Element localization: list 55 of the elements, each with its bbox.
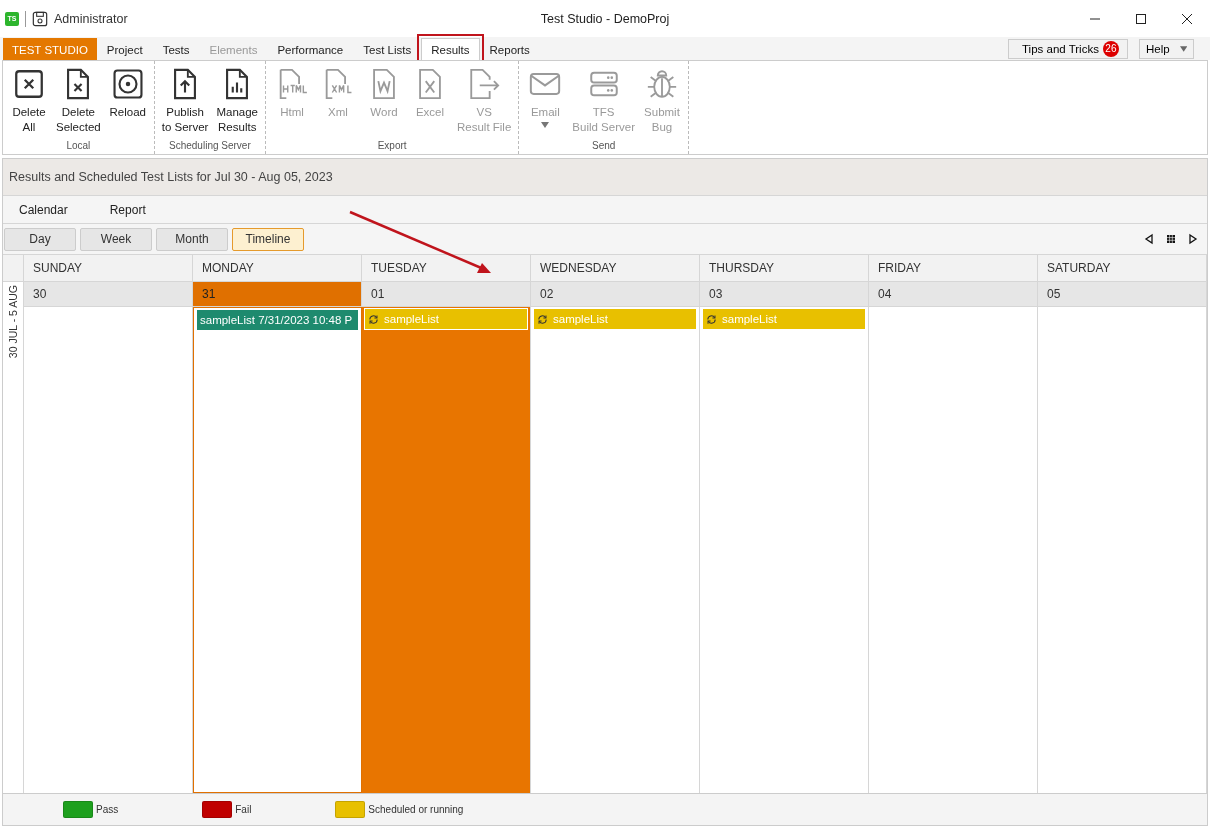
- ribbon-button[interactable]: Delete All: [6, 61, 52, 140]
- caret-icon: [1179, 45, 1187, 52]
- day-header: WEDNESDAY: [531, 255, 700, 282]
- sync-icon: [537, 313, 548, 325]
- day-header: FRIDAY: [869, 255, 1038, 282]
- save-icon[interactable]: [32, 10, 48, 27]
- ribbon-tab[interactable]: Reports: [479, 38, 540, 60]
- tips-button[interactable]: Tips and Tricks 26: [1008, 38, 1128, 59]
- close-icon[interactable]: [1181, 12, 1193, 25]
- view-button[interactable]: Month: [156, 227, 228, 251]
- file-export-icon: [467, 67, 502, 101]
- ribbon-button[interactable]: Manage Results: [212, 61, 262, 140]
- ribbon-tab[interactable]: Tests: [152, 38, 200, 60]
- date-cell: 30: [24, 282, 193, 307]
- view-tab[interactable]: Report: [101, 202, 154, 217]
- day-header: THURSDAY: [700, 255, 869, 282]
- day-header: SUNDAY: [24, 255, 193, 282]
- group-label: Send: [590, 140, 617, 152]
- view-button[interactable]: Day: [4, 227, 76, 251]
- ribbon-button[interactable]: Delete Selected: [52, 61, 105, 140]
- help-button[interactable]: Help: [1139, 38, 1194, 59]
- group-label: Scheduling Server: [168, 140, 252, 152]
- date-cell: 05: [1038, 282, 1207, 307]
- legend-label: Pass: [96, 804, 119, 815]
- legend-label: Scheduled or running: [368, 804, 464, 815]
- day-header: TUESDAY: [362, 255, 531, 282]
- week-label: 30 JUL - 5 AUG: [7, 284, 19, 359]
- ribbon-tab[interactable]: Project: [96, 38, 153, 60]
- sync-icon: [706, 313, 717, 325]
- panel-header: Results and Scheduled Test Lists for Jul 30 - Aug 05, 2023: [3, 159, 1207, 196]
- day-column[interactable]: sampleList 7/31/2023 10:48 P: [193, 307, 362, 793]
- ribbon-tab[interactable]: Test Lists: [353, 38, 422, 60]
- box-x-icon: [12, 67, 46, 101]
- date-cell: 02: [531, 282, 700, 307]
- sync-icon: [368, 313, 379, 325]
- group-label: Local: [65, 140, 92, 152]
- day-header: MONDAY: [193, 255, 362, 282]
- ribbon-tab[interactable]: Performance: [267, 38, 354, 60]
- view-button[interactable]: Week: [80, 227, 152, 251]
- user-name: Administrator: [54, 11, 128, 26]
- ribbon-button[interactable]: Reload: [104, 61, 151, 140]
- result-entry[interactable]: sampleList 7/31/2023 10:48 P: [196, 309, 359, 331]
- date-cell: 04: [869, 282, 1038, 307]
- date-cell: 03: [700, 282, 869, 307]
- day-header: SATURDAY: [1038, 255, 1207, 282]
- maximize-icon[interactable]: [1135, 12, 1147, 25]
- view-tab[interactable]: Calendar: [11, 202, 76, 217]
- view-button[interactable]: Timeline: [232, 227, 304, 251]
- date-cell: 01: [362, 282, 531, 307]
- count-badge: 26: [1102, 40, 1119, 57]
- window-title: Test Studio - DemoProj: [540, 11, 670, 26]
- group-label: Export: [376, 140, 408, 152]
- date-cell: 31: [193, 282, 362, 307]
- ribbon-button[interactable]: Publish to Server: [157, 61, 213, 140]
- legend-label: Fail: [235, 804, 252, 815]
